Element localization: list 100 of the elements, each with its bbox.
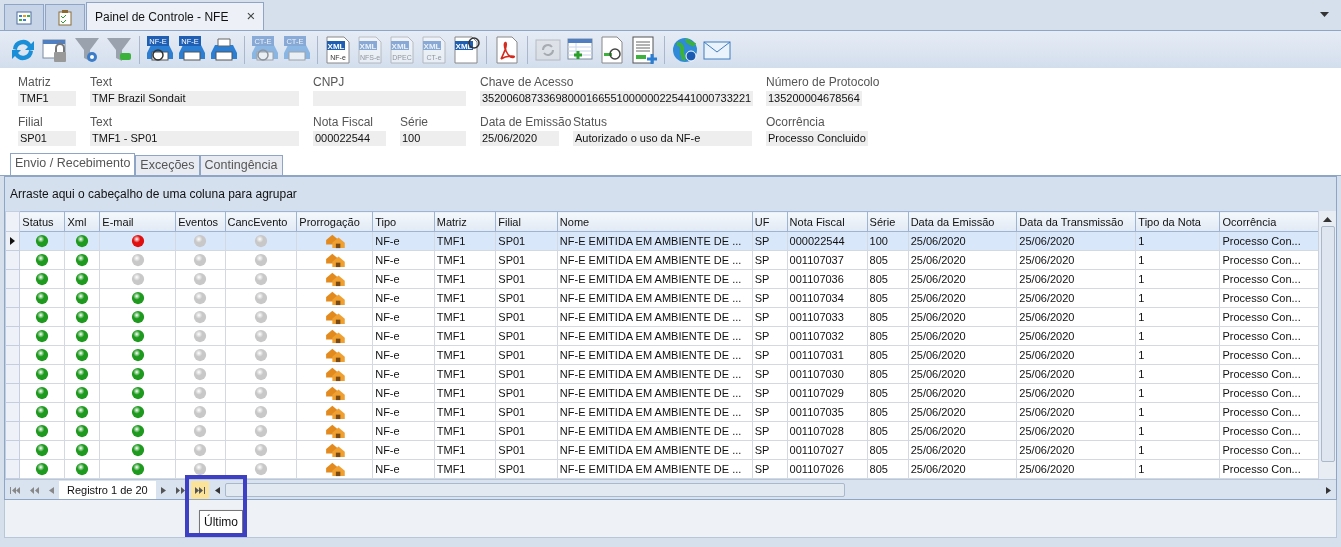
document-tab[interactable] xyxy=(45,4,85,30)
table-cell: TMF1 xyxy=(434,250,496,270)
table-cell: SP xyxy=(752,459,788,479)
table-cell: 1 xyxy=(1135,402,1220,422)
table-cell: SP01 xyxy=(495,250,558,270)
column-header[interactable]: Data da Transmissão xyxy=(1016,211,1136,232)
table-cell: 805 xyxy=(867,288,909,308)
table-row[interactable]: NF-e TMF1 SP01 NF-E EMITIDA EM AMBIENTE DE ... SP 001107037 805 25/06/2020 25/06/2020 1 Processo Con... xyxy=(5,250,1318,270)
highlight-frame xyxy=(185,475,247,537)
table-cell: NF-e xyxy=(372,364,435,384)
table-cell: SP01 xyxy=(495,421,558,441)
table-cell: TMF1 xyxy=(434,402,496,422)
text-field[interactable]: TMF1 - SP01 xyxy=(90,131,299,146)
column-header[interactable]: Eventos xyxy=(175,211,225,232)
table-row[interactable]: NF-e TMF1 SP01 NF-E EMITIDA EM AMBIENTE DE ... SP 001107031 805 25/06/2020 25/06/2020 1 Processo Con... xyxy=(5,345,1318,365)
grid-icon xyxy=(16,10,32,25)
column-header[interactable]: Ocorrência xyxy=(1219,211,1318,232)
text-field[interactable]: 000022544 xyxy=(313,131,386,146)
column-header[interactable]: Xml xyxy=(65,211,100,232)
table-cell: NF-E EMITIDA EM AMBIENTE DE ... xyxy=(557,345,753,365)
vertical-scrollbar[interactable] xyxy=(1318,211,1336,479)
tab[interactable]: Exceções xyxy=(135,155,200,175)
table-row[interactable]: NF-e TMF1 SP01 NF-E EMITIDA EM AMBIENTE DE ... SP 001107036 805 25/06/2020 25/06/2020 1 Processo Con... xyxy=(5,269,1318,289)
table-cell: 25/06/2020 xyxy=(1016,345,1136,365)
table-cell: 805 xyxy=(867,383,909,403)
houses-icon xyxy=(323,442,346,458)
table-cell: 1 xyxy=(1135,459,1220,479)
column-header[interactable]: Tipo da Nota xyxy=(1135,211,1220,232)
table-cell: 25/06/2020 xyxy=(1016,440,1136,460)
table-row[interactable]: NF-e TMF1 SP01 NF-E EMITIDA EM AMBIENTE DE ... SP 001107029 805 25/06/2020 25/06/2020 1 Processo Con... xyxy=(5,383,1318,403)
table-cell: 805 xyxy=(867,421,909,441)
dropdown-arrow-icon[interactable] xyxy=(1320,12,1329,17)
table-cell: SP01 xyxy=(495,288,558,308)
table-cell: 805 xyxy=(867,440,909,460)
table-cell: 805 xyxy=(867,345,909,365)
table-cell: 25/06/2020 xyxy=(1016,383,1136,403)
table-row[interactable]: NF-e TMF1 SP01 NF-E EMITIDA EM AMBIENTE DE ... SP 001107035 805 25/06/2020 25/06/2020 1 Processo Con... xyxy=(5,402,1318,422)
table-cell: 001107033 xyxy=(787,307,868,327)
tab[interactable]: Envio / Recebimento xyxy=(10,153,136,175)
text-field[interactable]: Processo Concluido xyxy=(766,131,868,146)
column-header[interactable]: Nota Fiscal xyxy=(787,211,868,232)
text-field[interactable]: 100 xyxy=(400,131,466,146)
document-tab[interactable]: Painel de Controle - NFE × xyxy=(86,2,265,30)
table-cell: 805 xyxy=(867,307,909,327)
text-field[interactable]: Autorizado o uso da NF-e xyxy=(573,131,752,146)
text-field[interactable]: 135200004678564 xyxy=(766,91,862,106)
text-field[interactable]: 35200608733698000166551000000225441000733221 xyxy=(480,91,754,106)
table-cell: NF-e xyxy=(372,269,435,289)
column-header[interactable]: Tipo xyxy=(372,211,435,232)
tab[interactable]: Contingência xyxy=(199,155,283,175)
table-cell: SP xyxy=(752,269,788,289)
table-cell: SP01 xyxy=(495,364,558,384)
table-cell: SP xyxy=(752,440,788,460)
column-header[interactable]: Série xyxy=(867,211,909,232)
table-row[interactable]: NF-e TMF1 SP01 NF-E EMITIDA EM AMBIENTE DE ... SP 001107033 805 25/06/2020 25/06/2020 1 Processo Con... xyxy=(5,307,1318,327)
list-add-button[interactable] xyxy=(629,34,659,65)
table-cell: 25/06/2020 xyxy=(1016,250,1136,270)
table-cell: 805 xyxy=(867,250,909,270)
column-header[interactable]: Prorrogação xyxy=(296,211,373,232)
table-cell: 25/06/2020 xyxy=(1016,326,1136,346)
column-header[interactable]: E-mail xyxy=(99,211,176,232)
text-field[interactable]: SP01 xyxy=(18,131,76,146)
text-field[interactable]: 25/06/2020 xyxy=(480,131,559,146)
column-header[interactable]: UF xyxy=(752,211,788,232)
table-cell: NF-e xyxy=(372,402,435,422)
last-record-button[interactable] xyxy=(190,480,209,499)
table-cell: 25/06/2020 xyxy=(908,364,1017,384)
table-cell: 1 xyxy=(1135,307,1220,327)
scroll-up-arrow-icon[interactable] xyxy=(1323,217,1332,222)
text-field[interactable]: TMF1 xyxy=(18,91,76,106)
table-row[interactable]: NF-e TMF1 SP01 NF-E EMITIDA EM AMBIENTE DE ... SP 001107027 805 25/06/2020 25/06/2020 1 Processo Con... xyxy=(5,440,1318,460)
table-cell: NF-e xyxy=(372,250,435,270)
column-header[interactable]: Data da Emissão xyxy=(908,211,1017,232)
column-header[interactable]: Matriz xyxy=(434,211,496,232)
field-label: Text xyxy=(90,74,112,91)
table-row[interactable]: NF-e TMF1 SP01 NF-E EMITIDA EM AMBIENTE DE ... SP 001107030 805 25/06/2020 25/06/2020 1 Processo Con... xyxy=(5,364,1318,384)
houses-icon xyxy=(323,385,346,401)
text-field[interactable]: TMF Brazil Sondait xyxy=(90,91,299,106)
table-cell: 25/06/2020 xyxy=(908,288,1017,308)
table-row[interactable]: NF-e TMF1 SP01 NF-E EMITIDA EM AMBIENTE DE ... SP 001107026 805 25/06/2020 25/06/2020 1 Processo Con... xyxy=(5,459,1318,479)
xml-search-button[interactable]: XML xyxy=(451,34,481,65)
table-row[interactable]: NF-e TMF1 SP01 NF-E EMITIDA EM AMBIENTE DE ... SP 000022544 100 25/06/2020 25/06/2020 1 Processo Con... xyxy=(5,231,1318,251)
close-button[interactable]: × xyxy=(246,5,256,28)
table-cell: 25/06/2020 xyxy=(908,402,1017,422)
table-cell: 25/06/2020 xyxy=(1016,288,1136,308)
table-cell: NF-e xyxy=(372,326,435,346)
table-cell: TMF1 xyxy=(434,269,496,289)
scrollbar-thumb[interactable] xyxy=(1320,226,1335,462)
table-cell: 001107029 xyxy=(787,383,868,403)
table-row[interactable]: NF-e TMF1 SP01 NF-E EMITIDA EM AMBIENTE DE ... SP 001107028 805 25/06/2020 25/06/2020 1 Processo Con... xyxy=(5,421,1318,441)
column-header[interactable]: Filial xyxy=(495,211,558,232)
table-cell: TMF1 xyxy=(434,288,496,308)
table-row[interactable]: NF-e TMF1 SP01 NF-E EMITIDA EM AMBIENTE DE ... SP 001107034 805 25/06/2020 25/06/2020 1 Processo Con... xyxy=(5,288,1318,308)
table-cell: NF-e xyxy=(372,459,435,479)
column-header[interactable]: Status xyxy=(19,211,65,232)
table-row[interactable]: NF-e TMF1 SP01 NF-E EMITIDA EM AMBIENTE DE ... SP 001107032 805 25/06/2020 25/06/2020 1 Processo Con... xyxy=(5,326,1318,346)
column-header[interactable]: Nome xyxy=(557,211,753,232)
document-tab[interactable] xyxy=(4,4,44,30)
column-header[interactable]: CancEvento xyxy=(225,211,297,232)
current-row-indicator-icon xyxy=(10,237,16,245)
